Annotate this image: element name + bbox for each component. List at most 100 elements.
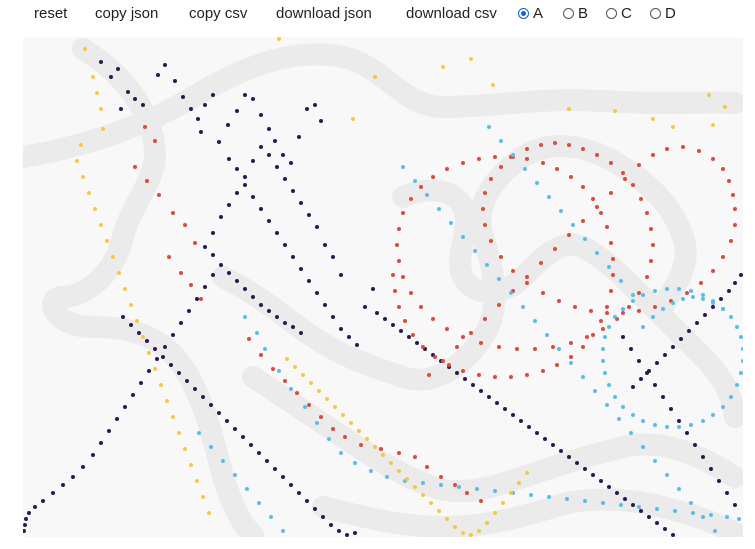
download-json-button[interactable]: download json [276, 3, 372, 25]
scatter-point [499, 255, 503, 259]
scatter-point [631, 183, 635, 187]
scatter-point [171, 415, 175, 419]
scatter-point [281, 475, 285, 479]
scatter-point [565, 497, 569, 501]
scatter-point [583, 467, 587, 471]
scatter-point [401, 165, 405, 169]
scatter-point [259, 207, 263, 211]
scatter-point [147, 369, 151, 373]
scatter-point [713, 529, 717, 533]
scatter-point [673, 509, 677, 513]
scatter-point [315, 421, 319, 425]
scatter-point [315, 291, 319, 295]
scatter-point [421, 345, 425, 349]
radio-label-b: B [578, 5, 589, 22]
scatter-point [159, 383, 163, 387]
scatter-point [331, 255, 335, 259]
scatter-point [201, 395, 205, 399]
scatter-plot-svg[interactable] [23, 37, 743, 537]
scatter-point [555, 363, 559, 367]
scatter-point [117, 271, 121, 275]
scatter-point [725, 515, 729, 519]
scatter-point [729, 395, 733, 399]
scatter-point [527, 425, 531, 429]
scatter-point [569, 175, 573, 179]
scatter-point [461, 235, 465, 239]
scatter-point [381, 453, 385, 457]
scatter-point [259, 303, 263, 307]
scatter-point [567, 143, 571, 147]
scatter-point [621, 307, 625, 311]
scatter-point [661, 395, 665, 399]
copy-csv-button[interactable]: copy csv [189, 3, 247, 25]
radio-option-d[interactable]: D [650, 3, 676, 25]
scatter-point [333, 405, 337, 409]
scatter-point [431, 175, 435, 179]
scatter-point [547, 495, 551, 499]
scatter-point [283, 243, 287, 247]
scatter-point [257, 501, 261, 505]
scatter-point [581, 219, 585, 223]
scatter-point [613, 395, 617, 399]
scatter-point [373, 75, 377, 79]
scatter-point [347, 335, 351, 339]
scatter-point [689, 289, 693, 293]
scatter-point [445, 167, 449, 171]
scatter-point [487, 125, 491, 129]
scatter-point [703, 313, 707, 317]
scatter-point [653, 423, 657, 427]
copy-json-button[interactable]: copy json [95, 3, 158, 25]
scatter-point [729, 315, 733, 319]
scatter-point [395, 243, 399, 247]
scatter-point [711, 123, 715, 127]
scatter-point [235, 191, 239, 195]
scatter-point [109, 75, 113, 79]
scatter-point [445, 517, 449, 521]
scatter-point [533, 347, 537, 351]
scatter-point [105, 239, 109, 243]
scatter-point [665, 425, 669, 429]
scatter-point [671, 533, 675, 537]
scatter-point [567, 455, 571, 459]
scatter-point [473, 249, 477, 253]
scatter-point [543, 437, 547, 441]
scatter-point [483, 317, 487, 321]
scatter-point [677, 419, 681, 423]
scatter-point [477, 529, 481, 533]
scatter-point [297, 491, 301, 495]
scatter-point [475, 487, 479, 491]
scatter-point [385, 475, 389, 479]
scatter-point [445, 327, 449, 331]
download-csv-button[interactable]: download csv [406, 3, 497, 25]
scatter-point [721, 167, 725, 171]
scatter-point [283, 177, 287, 181]
radio-option-b[interactable]: B [563, 3, 588, 25]
scatter-point [141, 103, 145, 107]
scatter-point [447, 363, 451, 367]
radio-option-c[interactable]: C [606, 3, 632, 25]
scatter-point [183, 223, 187, 227]
scatter-point [741, 347, 743, 351]
scatter-point [281, 153, 285, 157]
reset-button[interactable]: reset [34, 3, 67, 25]
scatter-point [307, 279, 311, 283]
radio-option-a[interactable]: A [518, 3, 543, 25]
scatter-point [601, 347, 605, 351]
scatter-point [665, 147, 669, 151]
scatter-point [493, 511, 497, 515]
scatter-point [219, 215, 223, 219]
scatter-point [455, 371, 459, 375]
scatter-point [611, 273, 615, 277]
scatter-plot-area[interactable] [23, 37, 743, 537]
scatter-point [207, 511, 211, 515]
scatter-point [485, 263, 489, 267]
scatter-point [123, 287, 127, 291]
scatter-point [581, 345, 585, 349]
scatter-point [33, 505, 37, 509]
scatter-point [517, 481, 521, 485]
scatter-point [509, 375, 513, 379]
scatter-point [133, 165, 137, 169]
scatter-point [233, 427, 237, 431]
scatter-point [137, 331, 141, 335]
scatter-point [553, 141, 557, 145]
